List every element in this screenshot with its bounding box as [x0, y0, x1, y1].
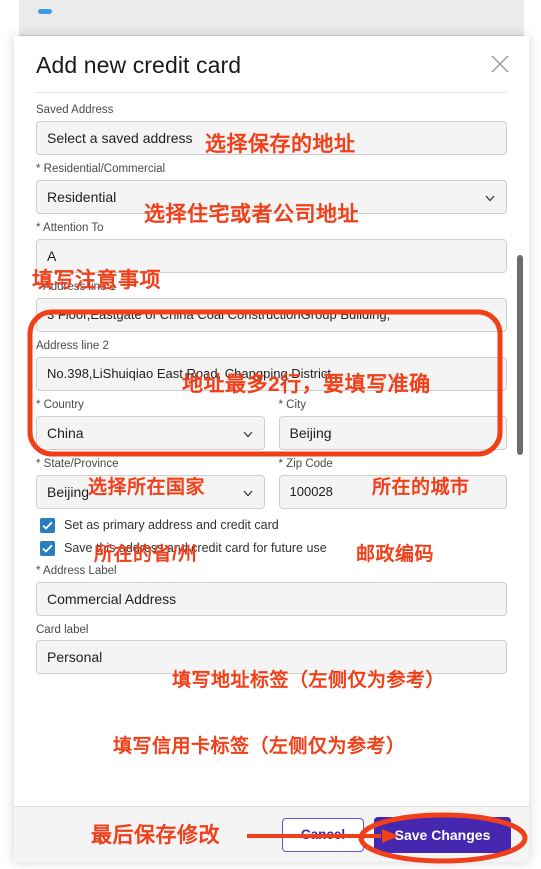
- page-title: Add new credit card: [36, 52, 242, 78]
- dialog-footer: Cancel Save Changes: [14, 806, 529, 862]
- card-label-value: Personal: [47, 649, 103, 666]
- chevron-down-icon: [242, 427, 254, 439]
- label-country: * Country: [36, 398, 84, 411]
- address-line-2-value: No.398,LiShuiqiao East Road, Changping D…: [47, 366, 332, 382]
- label-residential-commercial: * Residential/Commercial: [36, 162, 166, 175]
- state-province-select[interactable]: Beijing: [36, 474, 265, 509]
- checkbox-save-future-use[interactable]: [40, 540, 55, 556]
- field-address-line-2: Address line 2 No.398,LiShuiqiao East Ro…: [36, 339, 507, 391]
- save-changes-button[interactable]: Save Changes: [374, 816, 511, 853]
- state-province-value: Beijing: [47, 483, 90, 500]
- label-zip-code: * Zip Code: [278, 457, 333, 470]
- screenshot-root: Add new credit card Saved Address Select…: [0, 0, 541, 869]
- label-saved-address: Saved Address: [36, 104, 114, 116]
- row-country-city: * Country China * City Beijing: [36, 398, 507, 457]
- field-address-line-1: * Address line 1 3 Floor,Eastgate of Chi…: [36, 280, 507, 332]
- dialog-body: Saved Address Select a saved address * R…: [14, 93, 529, 806]
- city-value: Beijing: [289, 424, 332, 441]
- dialog-header: Add new credit card: [14, 36, 529, 93]
- checkbox-row-save-future[interactable]: Save this address and credit card for fu…: [40, 540, 507, 556]
- address-line-2-input[interactable]: No.398,LiShuiqiao East Road, Changping D…: [36, 356, 507, 391]
- checkbox-primary-address[interactable]: [40, 517, 55, 533]
- card-label-input[interactable]: Personal: [36, 640, 507, 675]
- field-residential-commercial: * Residential/Commercial Residential: [36, 162, 507, 214]
- saved-address-select[interactable]: Select a saved address: [36, 120, 507, 155]
- checkbox-row-primary[interactable]: Set as primary address and credit card: [40, 517, 507, 533]
- label-address-line-2: Address line 2: [36, 339, 109, 352]
- chevron-down-icon: [242, 486, 254, 498]
- add-credit-card-dialog: Add new credit card Saved Address Select…: [14, 36, 529, 862]
- attention-to-value: A: [47, 247, 57, 264]
- field-country: * Country China: [36, 398, 265, 450]
- country-value: China: [47, 424, 84, 441]
- city-input[interactable]: Beijing: [278, 415, 507, 450]
- field-city: * City Beijing: [278, 398, 507, 450]
- dialog-scrollbar-thumb[interactable]: [517, 255, 523, 455]
- saved-address-value: Select a saved address: [47, 129, 193, 146]
- checkbox-label-save-future: Save this address and credit card for fu…: [64, 541, 327, 556]
- cancel-button[interactable]: Cancel: [282, 817, 364, 852]
- field-card-label: Card label Personal: [36, 623, 507, 675]
- label-address-line-1: * Address line 1: [36, 280, 116, 293]
- address-label-input[interactable]: Commercial Address: [36, 581, 507, 616]
- label-city: * City: [278, 398, 306, 411]
- close-icon[interactable]: [489, 53, 511, 75]
- field-attention-to: * Attention To A: [36, 221, 507, 273]
- zip-code-input[interactable]: 100028: [278, 474, 507, 509]
- zip-code-value: 100028: [289, 484, 333, 500]
- label-attention-to: * Attention To: [36, 221, 104, 234]
- address-line-1-value: 3 Floor,Eastgate of China Coal Construct…: [47, 307, 391, 323]
- residential-commercial-value: Residential: [47, 188, 117, 205]
- label-state-province: * State/Province: [36, 457, 119, 470]
- label-address-label: * Address Label: [36, 564, 117, 577]
- label-card-label: Card label: [36, 623, 89, 636]
- checkbox-label-primary: Set as primary address and credit card: [64, 518, 279, 533]
- field-zip-code: * Zip Code 100028: [278, 457, 507, 509]
- field-state-province: * State/Province Beijing: [36, 457, 265, 509]
- chevron-down-icon: [484, 191, 496, 203]
- field-saved-address: Saved Address Select a saved address: [36, 103, 507, 155]
- field-address-label: * Address Label Commercial Address: [36, 564, 507, 616]
- country-select[interactable]: China: [36, 415, 265, 450]
- residential-commercial-select[interactable]: Residential: [36, 179, 507, 214]
- browser-chrome-band: [19, 0, 524, 36]
- address-line-1-input[interactable]: 3 Floor,Eastgate of China Coal Construct…: [36, 297, 507, 332]
- row-state-zip: * State/Province Beijing * Zip Code 1000…: [36, 457, 507, 516]
- attention-to-input[interactable]: A: [36, 238, 507, 273]
- chrome-blue-pill-icon: [38, 9, 52, 14]
- address-label-value: Commercial Address: [47, 590, 177, 607]
